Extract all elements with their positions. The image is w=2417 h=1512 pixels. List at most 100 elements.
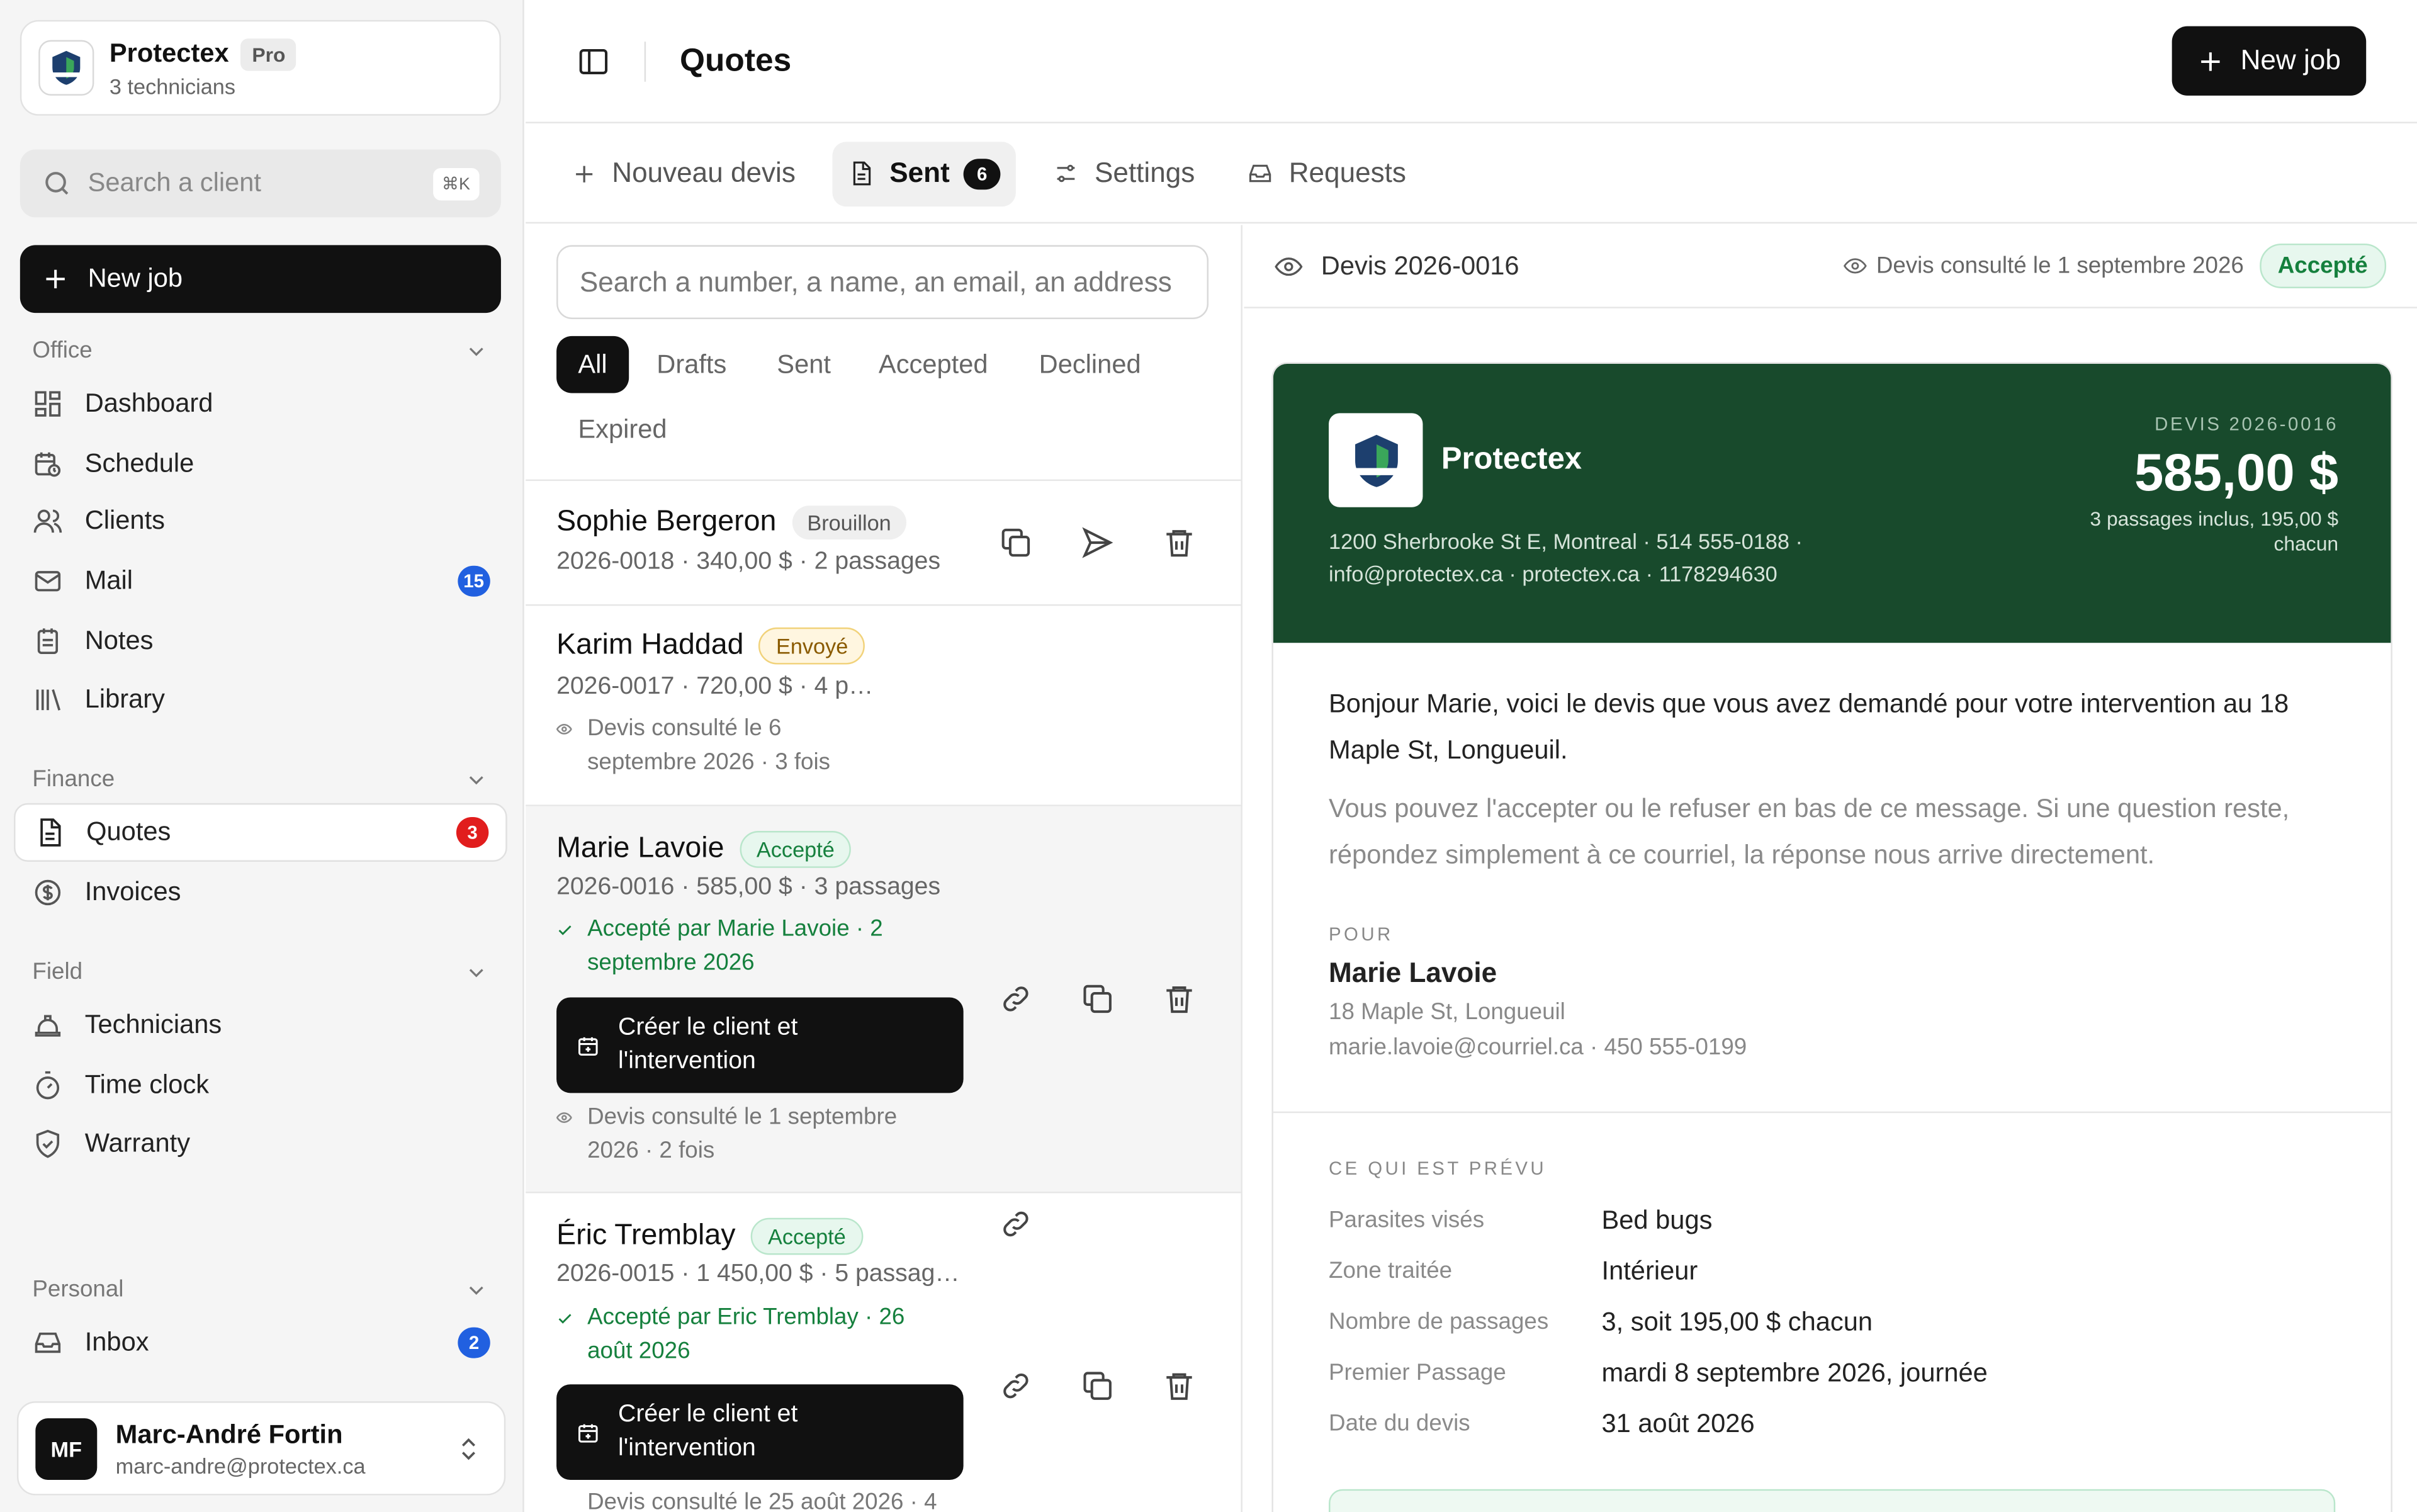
mail-count-badge: 15	[457, 565, 490, 597]
file-text-icon	[40, 818, 61, 847]
sidebar-item-dashboard[interactable]: Dashboard	[14, 375, 507, 433]
viewed-text: Devis consulté le 25 août 2026 · 4	[587, 1489, 937, 1512]
check-icon	[558, 925, 572, 935]
timer-icon	[36, 1071, 60, 1100]
section-field[interactable]: Field	[32, 959, 488, 985]
list-item[interactable]: Sophie Bergeron Brouillon 2026-0018 · 340…	[526, 481, 1241, 604]
accepted-note: Accepté par Eric Tremblay · 26 août 2026	[556, 1301, 904, 1369]
sidebar-item-clients[interactable]: Clients	[14, 492, 507, 550]
chevron-down-icon	[469, 775, 483, 784]
tab-new-quote[interactable]: Nouveau devis	[556, 141, 811, 206]
user-menu[interactable]: MF Marc-André Fortin marc-andre@protecte…	[16, 1401, 506, 1496]
plan-section: CE QUI EST PRÉVU Parasites visés Bed bugs…	[1329, 1158, 2338, 1449]
sidebar-item-warranty[interactable]: Warranty	[14, 1115, 507, 1173]
new-job-label: New job	[2240, 45, 2341, 76]
section-office[interactable]: Office	[32, 337, 488, 364]
trash-icon[interactable]	[1163, 526, 1197, 560]
hard-hat-icon	[35, 1015, 61, 1037]
filter-drafts[interactable]: Drafts	[635, 336, 748, 393]
accepted-text: septembre 2026	[587, 949, 755, 976]
section-finance[interactable]: Finance	[32, 766, 488, 793]
sidebar-item-mail[interactable]: Mail 15	[14, 552, 507, 611]
client-name: Marie Lavoie	[1329, 957, 1497, 988]
new-job-button-top[interactable]: New job	[2172, 26, 2367, 96]
sidebar-item-library[interactable]: Library	[14, 670, 507, 729]
page-title: Quotes	[680, 42, 792, 78]
plan-row: Date du devis 31 août 2026	[1329, 1398, 2338, 1449]
sidebar-item-label: Library	[84, 684, 165, 714]
viewed-note: Devis consulté le 25 août 2026 · 4	[556, 1486, 937, 1512]
sidebar-item-label: Mail	[84, 565, 133, 595]
plan-label: CE QUI EST PRÉVU	[1329, 1158, 1547, 1180]
filter-declined[interactable]: Declined	[1017, 336, 1163, 393]
create-client-button[interactable]: Créer le client et l'intervention	[556, 1384, 964, 1481]
viewed-text: Devis consulté le 1 septembre 2026	[1876, 252, 2244, 279]
user-name: Marc-André Fortin	[115, 1419, 343, 1448]
library-icon	[36, 689, 61, 711]
org-switcher[interactable]: Protectex Pro 3 technicians	[20, 20, 501, 116]
status-badge: Accepté	[739, 831, 852, 868]
trash-icon[interactable]	[1163, 982, 1197, 1016]
link-icon[interactable]	[999, 982, 1033, 1016]
quote-search-input[interactable]: Search a number, a name, an email, an ad…	[556, 245, 1209, 319]
top-bar: Quotes New job	[526, 0, 2417, 123]
sidebar-item-time-clock[interactable]: Time clock	[14, 1056, 507, 1115]
chevron-down-icon	[469, 347, 483, 356]
create-client-button[interactable]: Créer le client et l'intervention	[556, 997, 964, 1093]
sidebar-item-technicians[interactable]: Technicians	[14, 996, 507, 1054]
tab-bar: Nouveau devis Sent 6 Settings Requests	[526, 125, 2417, 224]
client-search-input[interactable]: Search a client ⌘K	[20, 149, 501, 218]
org-subtitle: 3 technicians	[109, 73, 236, 98]
filter-sent[interactable]: Sent	[755, 336, 852, 393]
duplicate-icon[interactable]	[999, 526, 1033, 560]
new-job-button[interactable]: New job	[20, 245, 501, 313]
sidebar-item-notes[interactable]: Notes	[14, 612, 507, 670]
send-icon[interactable]	[1081, 526, 1115, 560]
sidebar-toggle-icon[interactable]	[577, 44, 611, 78]
quote-meta: 2026-0018 · 340,00 $ · 2 passages	[556, 548, 941, 575]
create-label: Créer le client et	[618, 1401, 798, 1428]
quote-list: Search a number, a name, an email, an ad…	[526, 225, 1242, 1512]
notes-icon	[37, 628, 59, 654]
eye-icon	[556, 1112, 572, 1123]
create-label: Créer le client et	[618, 1014, 798, 1041]
sidebar-item-label: Notes	[84, 626, 154, 655]
list-item-selected[interactable]: Marie Lavoie Accepté 2026-0016 · 585,00 $…	[526, 806, 1241, 1237]
section-personal[interactable]: Personal	[32, 1277, 488, 1302]
filter-all[interactable]: All	[556, 336, 629, 393]
trash-icon[interactable]	[1163, 1369, 1197, 1403]
tab-sent[interactable]: Sent 6	[832, 141, 1017, 206]
filter-expired[interactable]: Expired	[556, 401, 689, 458]
list-item[interactable]: Éric Tremblay Accepté 2026-0015 · 1 450,0…	[526, 1193, 1241, 1512]
quote-detail: Devis 2026-0016 Devis consulté le 1 sept…	[1244, 225, 2417, 1512]
plan-key: Parasites visés	[1329, 1207, 1485, 1234]
pour-label: POUR	[1329, 923, 1394, 945]
sidebar-item-label: Schedule	[84, 448, 194, 478]
company-address: 1200 Sherbrooke St E, Montreal · 514 555…	[1329, 529, 1803, 554]
new-job-label: New job	[87, 263, 183, 293]
duplicate-icon[interactable]	[1081, 982, 1115, 1016]
company-logo	[1329, 413, 1423, 507]
accepted-note: Accepté par Marie Lavoie · 2 septembre 20…	[556, 913, 883, 981]
plan-row: Zone traitée Intérieur	[1329, 1246, 2338, 1297]
chevron-down-icon	[469, 968, 483, 977]
sidebar-item-schedule[interactable]: Schedule	[14, 435, 507, 494]
sidebar-item-label: Technicians	[84, 1010, 222, 1039]
plan-row: Parasites visés Bed bugs	[1329, 1195, 2338, 1246]
viewed-note: Devis consulté le 6 septembre 2026 · 3 fo…	[556, 712, 830, 780]
sidebar-item-quotes[interactable]: Quotes 3	[14, 803, 507, 862]
tab-settings[interactable]: Settings	[1037, 141, 1210, 206]
sidebar-item-invoices[interactable]: Invoices	[14, 863, 507, 922]
sidebar-item-label: Inbox	[84, 1327, 149, 1357]
calendar-clock-icon	[35, 452, 61, 477]
calendar-plus-icon	[578, 1036, 598, 1055]
sidebar-item-inbox[interactable]: Inbox 2	[14, 1314, 507, 1372]
list-item[interactable]: Karim Haddad Envoyé 2026-0017 · 720,00 $ …	[526, 606, 1241, 945]
filter-accepted[interactable]: Accepted	[857, 336, 1010, 393]
plan-key: Nombre de passages	[1329, 1309, 1549, 1335]
viewed-note: Devis consulté le 1 septembre 2026 · 2 fo…	[556, 1101, 897, 1169]
quote-header: Protectex 1200 Sherbrooke St E, Montreal…	[1273, 363, 2391, 643]
duplicate-icon[interactable]	[1081, 1369, 1115, 1403]
link-icon[interactable]	[999, 1369, 1033, 1403]
tab-requests[interactable]: Requests	[1232, 141, 1421, 206]
